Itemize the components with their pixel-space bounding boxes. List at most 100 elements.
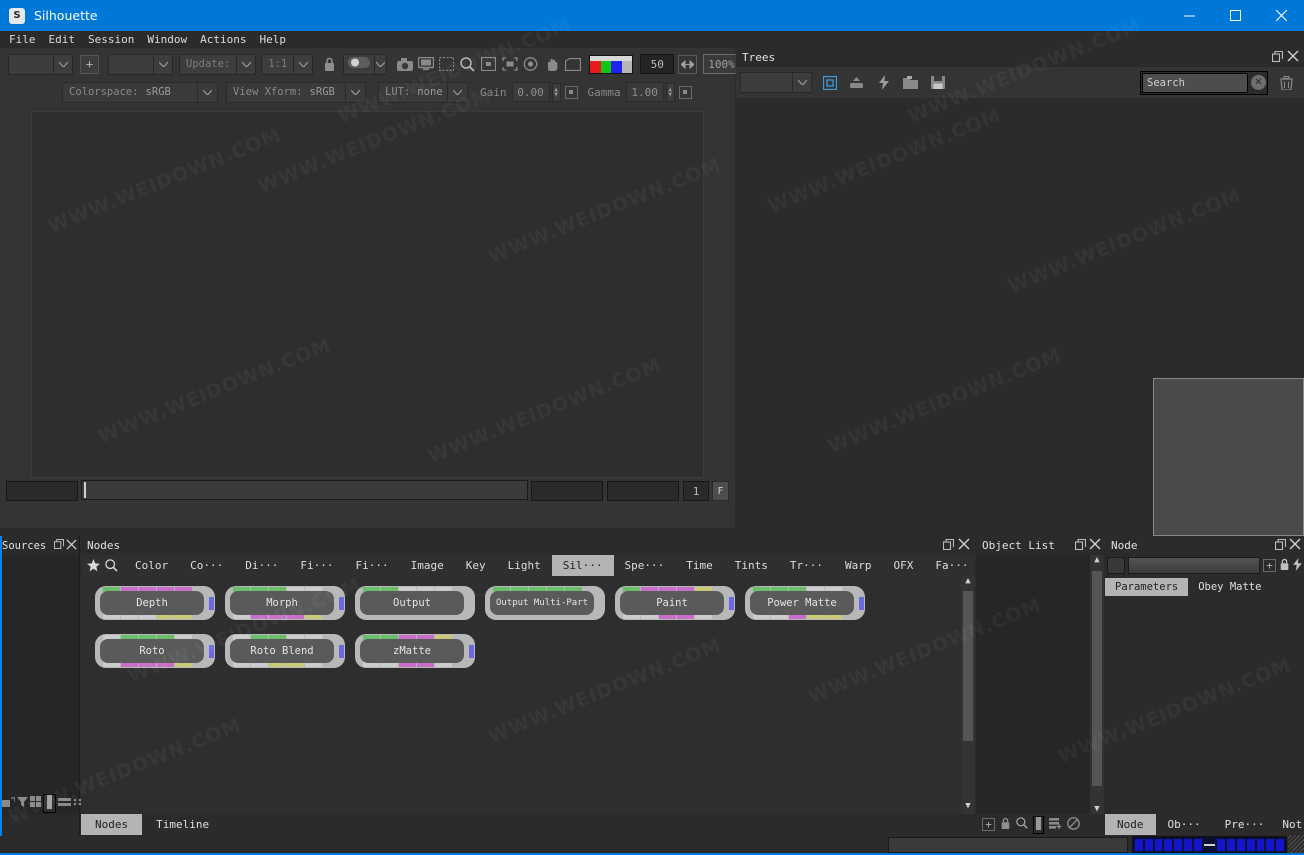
lock-icon[interactable] [1279, 558, 1290, 574]
fit-to-window-icon[interactable] [478, 54, 499, 75]
gamma-field[interactable]: 1.00 [625, 82, 664, 102]
ratio-dropdown[interactable]: 1:1 [261, 53, 314, 75]
close-icon[interactable] [1289, 538, 1301, 553]
tab-tints[interactable]: Tints [724, 555, 779, 576]
bottom-tab-object[interactable]: Ob··· [1156, 814, 1213, 835]
lut-dropdown[interactable]: LUT: none [378, 81, 468, 103]
star-icon[interactable] [81, 555, 104, 576]
viewer-canvas[interactable] [31, 111, 704, 478]
restore-icon[interactable] [1271, 50, 1284, 65]
tab-warp[interactable]: Warp [834, 555, 883, 576]
add-view-button[interactable]: + [80, 54, 99, 74]
node-card[interactable]: Output Multi-Part [485, 586, 605, 620]
viewer-panel[interactable] [0, 108, 735, 480]
trash-icon[interactable] [1276, 72, 1297, 93]
frame-icon[interactable] [819, 72, 840, 93]
timecode-end-field[interactable] [531, 481, 603, 501]
tab-favorites[interactable]: Fa··· [924, 555, 979, 576]
update-dropdown[interactable]: Update: [179, 53, 257, 75]
scrollbar-thumb[interactable] [1092, 571, 1102, 786]
folder-open-icon[interactable] [900, 72, 921, 93]
timecode-start-field[interactable] [6, 481, 78, 501]
restore-icon[interactable] [1074, 538, 1087, 553]
marquee-select-icon[interactable] [436, 54, 457, 75]
pan-hand-icon[interactable] [541, 54, 562, 75]
gain-stepper[interactable]: 50 [640, 54, 675, 74]
colorspace-dropdown[interactable]: Colorspace: sRGB [62, 81, 218, 103]
export-icon[interactable] [846, 72, 867, 93]
gain-field[interactable]: 0.00 [511, 82, 550, 102]
camera-icon[interactable] [394, 54, 415, 75]
tab-color[interactable]: Color [124, 555, 179, 576]
tab-special[interactable]: Spe··· [614, 555, 676, 576]
chevron-up-icon[interactable]: ▲ [1090, 555, 1104, 565]
tab-filter[interactable]: Fi··· [345, 555, 400, 576]
playhead[interactable] [84, 482, 86, 498]
bottom-tab-node[interactable]: Node [1105, 814, 1156, 835]
save-icon[interactable] [927, 72, 948, 93]
node-card[interactable]: Roto [95, 634, 215, 668]
expand-icon[interactable] [499, 54, 520, 75]
bottom-tab-timeline[interactable]: Timeline [142, 814, 223, 835]
restore-icon[interactable] [1274, 538, 1287, 553]
tab-silhouette[interactable]: Sil··· [551, 555, 614, 576]
rgb-channels-icon[interactable] [589, 54, 634, 74]
node-card[interactable]: Output [355, 586, 475, 620]
bottom-tab-notes[interactable]: Not· [1276, 814, 1304, 835]
disable-icon[interactable] [1067, 816, 1080, 833]
magnifier-icon[interactable] [104, 555, 124, 576]
clear-x-icon[interactable]: ✕ [1251, 75, 1266, 90]
node-card[interactable]: Roto Blend [225, 634, 345, 668]
fit-width-icon[interactable] [678, 54, 698, 74]
restore-icon[interactable] [942, 538, 955, 553]
color-swatch-icon[interactable] [1033, 815, 1044, 834]
menu-item-actions[interactable]: Actions [200, 33, 246, 46]
nodes-canvas[interactable]: Depth Morph Output Output Multi-Part Paint Po… [81, 576, 975, 814]
tab-light[interactable]: Light [497, 555, 552, 576]
node-card[interactable]: Power Matte [745, 586, 865, 620]
close-icon[interactable] [958, 538, 970, 553]
color-swatch-icon[interactable] [43, 793, 56, 813]
zoom-level-field[interactable]: 100% [703, 54, 740, 74]
time-slider[interactable] [81, 480, 528, 500]
tab-distort[interactable]: Di··· [234, 555, 289, 576]
magnifier-icon[interactable] [457, 54, 478, 75]
menu-item-window[interactable]: Window [147, 33, 187, 46]
close-icon[interactable] [1258, 0, 1304, 31]
status-message-field[interactable] [888, 837, 1128, 853]
maximize-icon[interactable] [1212, 0, 1258, 31]
view-xform-dropdown[interactable]: View Xform: sRGB [226, 81, 366, 103]
add-icon[interactable]: + [1263, 559, 1276, 572]
tab-film[interactable]: Fi··· [289, 555, 344, 576]
filter-icon[interactable] [17, 796, 28, 811]
duration-field[interactable] [607, 481, 679, 501]
current-frame-field[interactable]: 1 [683, 481, 709, 501]
resize-grip[interactable] [1288, 835, 1304, 855]
gain-reset-button[interactable] [564, 85, 578, 99]
add-icon[interactable]: + [982, 818, 995, 831]
tab-time[interactable]: Time [675, 555, 724, 576]
sources-list[interactable] [1, 555, 79, 815]
node-card[interactable]: Depth [95, 586, 215, 620]
close-icon[interactable] [66, 538, 77, 553]
import-icon[interactable] [2, 796, 16, 811]
chevron-up-icon[interactable]: ▲ [965, 576, 970, 589]
close-icon[interactable] [1287, 50, 1299, 65]
tree-preview-thumbnail[interactable] [1153, 378, 1304, 536]
tab-composite[interactable]: Co··· [179, 555, 234, 576]
menu-item-session[interactable]: Session [88, 33, 134, 46]
node-parameters-body[interactable] [1105, 596, 1304, 814]
scrollbar-thumb[interactable] [963, 591, 973, 741]
menu-item-file[interactable]: File [9, 33, 36, 46]
chevron-down-icon[interactable]: ▼ [965, 801, 970, 814]
tab-obey-matte[interactable]: Obey Matte [1188, 578, 1271, 596]
node-card[interactable]: zMatte [355, 634, 475, 668]
node-name-field[interactable] [1128, 557, 1260, 574]
node-index-field[interactable] [1107, 557, 1125, 574]
layers-add-icon[interactable] [1049, 817, 1062, 832]
lightning-icon[interactable] [1293, 557, 1302, 574]
close-icon[interactable] [1089, 538, 1101, 553]
nodes-scrollbar[interactable]: ▲ ▼ [961, 576, 975, 814]
tree-selector-dropdown[interactable] [740, 72, 812, 93]
region-icon[interactable] [562, 54, 583, 75]
